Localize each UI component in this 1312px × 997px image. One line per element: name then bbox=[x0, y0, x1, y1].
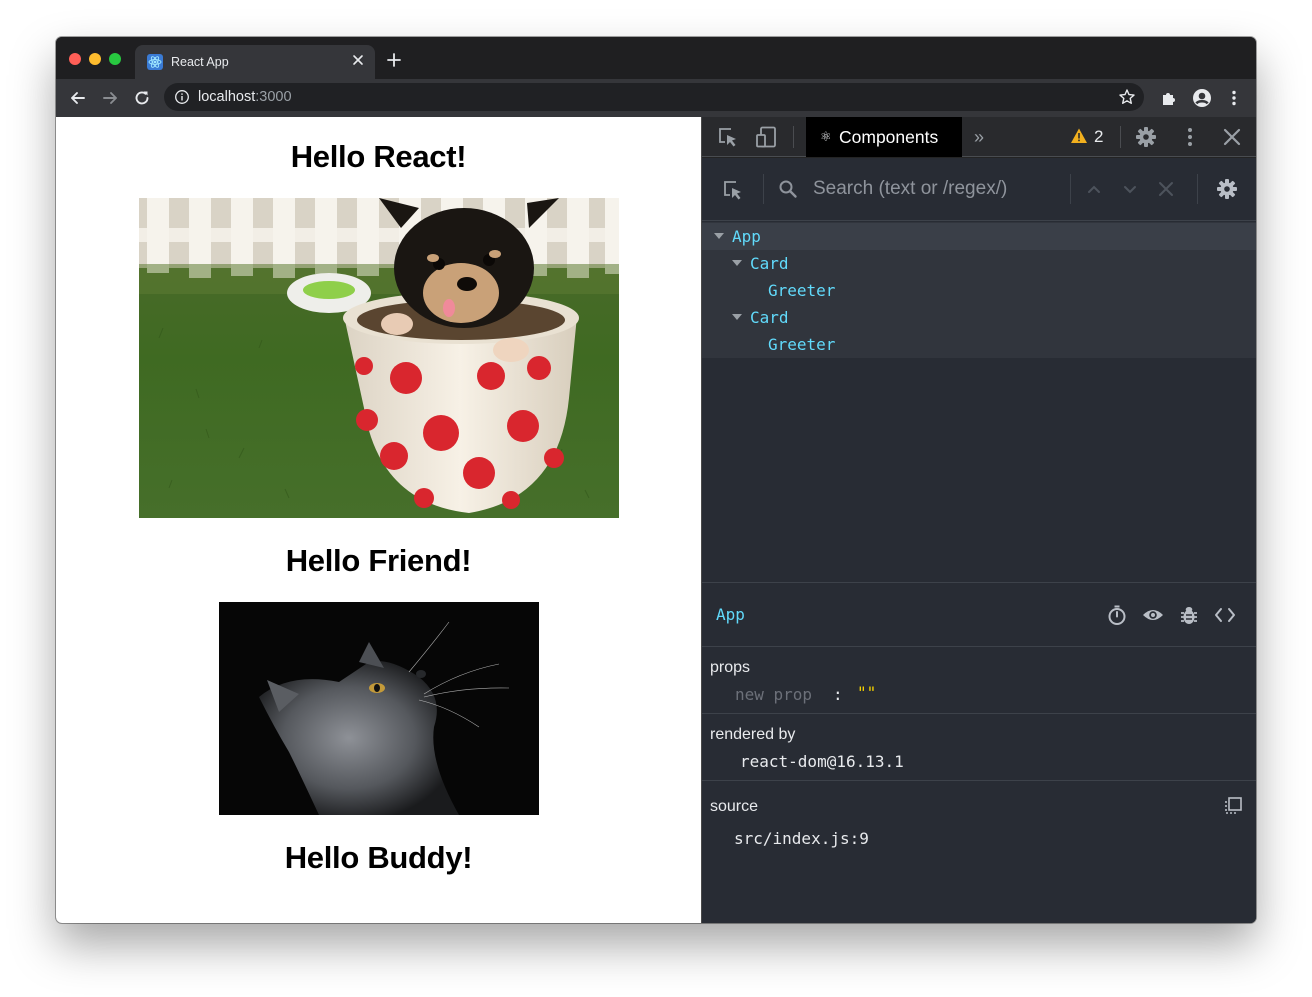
tab-components-label: Components bbox=[839, 127, 939, 147]
react-devtools-components: Search (text or /regex/) App Card Greete… bbox=[702, 158, 1256, 923]
tree-node-app[interactable]: App bbox=[702, 223, 1256, 250]
selected-component-name: App bbox=[716, 605, 745, 624]
source-location-link[interactable]: src/index.js:9 bbox=[734, 829, 869, 848]
tab-title: React App bbox=[171, 55, 229, 69]
tree-node-card[interactable]: Card bbox=[702, 304, 1256, 331]
page-viewport: Hello React! Hello Friend! Hello Buddy! bbox=[56, 117, 701, 923]
rendered-by-value: react-dom@16.13.1 bbox=[740, 752, 904, 771]
inspect-element-icon[interactable] bbox=[717, 126, 739, 148]
profile-avatar-icon[interactable] bbox=[1192, 88, 1212, 108]
tab-strip: React App bbox=[56, 37, 1256, 79]
close-devtools-icon[interactable] bbox=[1221, 126, 1243, 148]
back-arrow-icon[interactable] bbox=[68, 88, 88, 108]
warning-count[interactable]: 2 bbox=[1094, 127, 1103, 147]
kitten-image bbox=[219, 602, 539, 815]
tab-components[interactable]: ⚛ Components bbox=[806, 117, 962, 157]
more-tabs-chevron-icon[interactable]: » bbox=[974, 127, 984, 148]
settings-gear-icon[interactable] bbox=[1135, 126, 1157, 148]
tree-node-greeter[interactable]: Greeter bbox=[702, 277, 1256, 304]
rendered-by-title: rendered by bbox=[710, 726, 796, 743]
search-divider bbox=[1197, 174, 1198, 204]
close-tab-icon[interactable] bbox=[351, 53, 365, 67]
react-favicon-icon bbox=[147, 54, 163, 70]
log-bug-icon[interactable] bbox=[1178, 604, 1200, 626]
minimize-window-button[interactable] bbox=[89, 53, 101, 65]
inspect-eye-icon[interactable] bbox=[1142, 604, 1164, 626]
component-settings-gear-icon[interactable] bbox=[1216, 178, 1238, 200]
warning-icon[interactable] bbox=[1070, 127, 1088, 145]
select-element-icon[interactable] bbox=[722, 179, 744, 201]
toolbar-divider bbox=[1120, 126, 1121, 148]
reload-icon[interactable] bbox=[132, 88, 152, 108]
browser-window: React App localhost:3000 Hello React! He… bbox=[56, 37, 1256, 923]
extensions-puzzle-icon[interactable] bbox=[1159, 88, 1179, 108]
new-tab-icon[interactable] bbox=[387, 53, 401, 67]
props-title: props bbox=[710, 659, 751, 676]
open-source-icon[interactable] bbox=[1223, 796, 1243, 816]
browser-menu-icon[interactable] bbox=[1224, 88, 1244, 108]
suspend-timer-icon[interactable] bbox=[1106, 604, 1128, 626]
search-divider bbox=[763, 174, 764, 204]
previous-result-icon[interactable] bbox=[1084, 179, 1104, 199]
view-source-code-icon[interactable] bbox=[1214, 604, 1236, 626]
maximize-window-button[interactable] bbox=[109, 53, 121, 65]
rendered-by-section: rendered by react-dom@16.13.1 bbox=[702, 714, 1256, 781]
search-icon bbox=[779, 180, 797, 198]
bookmark-star-icon[interactable] bbox=[1118, 88, 1136, 106]
browser-toolbar: localhost:3000 bbox=[56, 79, 1256, 117]
component-search-bar: Search (text or /regex/) bbox=[702, 158, 1256, 221]
devtools-tab-bar: ⚛ Components » 2 bbox=[702, 117, 1256, 157]
component-tree: App Card Greeter Card Greeter bbox=[702, 222, 1256, 358]
tree-node-card[interactable]: Card bbox=[702, 250, 1256, 277]
selected-component-details: App props new prop: "" rendered by reac… bbox=[702, 582, 1256, 923]
source-section: source src/index.js:9 bbox=[702, 781, 1256, 923]
expand-arrow-icon[interactable] bbox=[732, 314, 742, 320]
devtools-menu-icon[interactable] bbox=[1179, 126, 1201, 148]
react-atom-icon: ⚛ bbox=[820, 129, 832, 144]
new-prop-colon: : bbox=[833, 685, 843, 704]
component-search-input[interactable]: Search (text or /regex/) bbox=[813, 178, 1007, 200]
forward-arrow-icon[interactable] bbox=[100, 88, 120, 108]
address-bar[interactable]: localhost:3000 bbox=[164, 83, 1144, 111]
info-icon[interactable] bbox=[174, 89, 190, 105]
url-text: localhost:3000 bbox=[198, 89, 292, 105]
devtools-panel: ⚛ Components » 2 Search (text or /regex/… bbox=[701, 117, 1256, 923]
search-divider bbox=[1070, 174, 1071, 204]
expand-arrow-icon[interactable] bbox=[732, 260, 742, 266]
browser-tab-react-app[interactable]: React App bbox=[135, 45, 375, 79]
greeting-heading: Hello React! bbox=[290, 139, 467, 174]
greeting-heading: Hello Friend! bbox=[285, 543, 472, 578]
next-result-icon[interactable] bbox=[1120, 179, 1140, 199]
props-section: props new prop : "" bbox=[702, 647, 1256, 714]
device-toolbar-icon[interactable] bbox=[755, 126, 777, 148]
details-header: App bbox=[702, 583, 1256, 647]
close-window-button[interactable] bbox=[69, 53, 81, 65]
new-prop-input[interactable]: new prop bbox=[735, 685, 812, 704]
clear-search-icon[interactable] bbox=[1156, 179, 1176, 199]
tree-empty-area bbox=[702, 358, 1256, 582]
new-prop-value[interactable]: "" bbox=[857, 683, 876, 702]
toolbar-divider bbox=[793, 126, 794, 148]
greeting-heading: Hello Buddy! bbox=[284, 840, 473, 875]
tree-node-greeter[interactable]: Greeter bbox=[702, 331, 1256, 358]
puppy-in-cup-image bbox=[139, 198, 619, 518]
expand-arrow-icon[interactable] bbox=[714, 233, 724, 239]
source-title: source bbox=[710, 798, 759, 815]
